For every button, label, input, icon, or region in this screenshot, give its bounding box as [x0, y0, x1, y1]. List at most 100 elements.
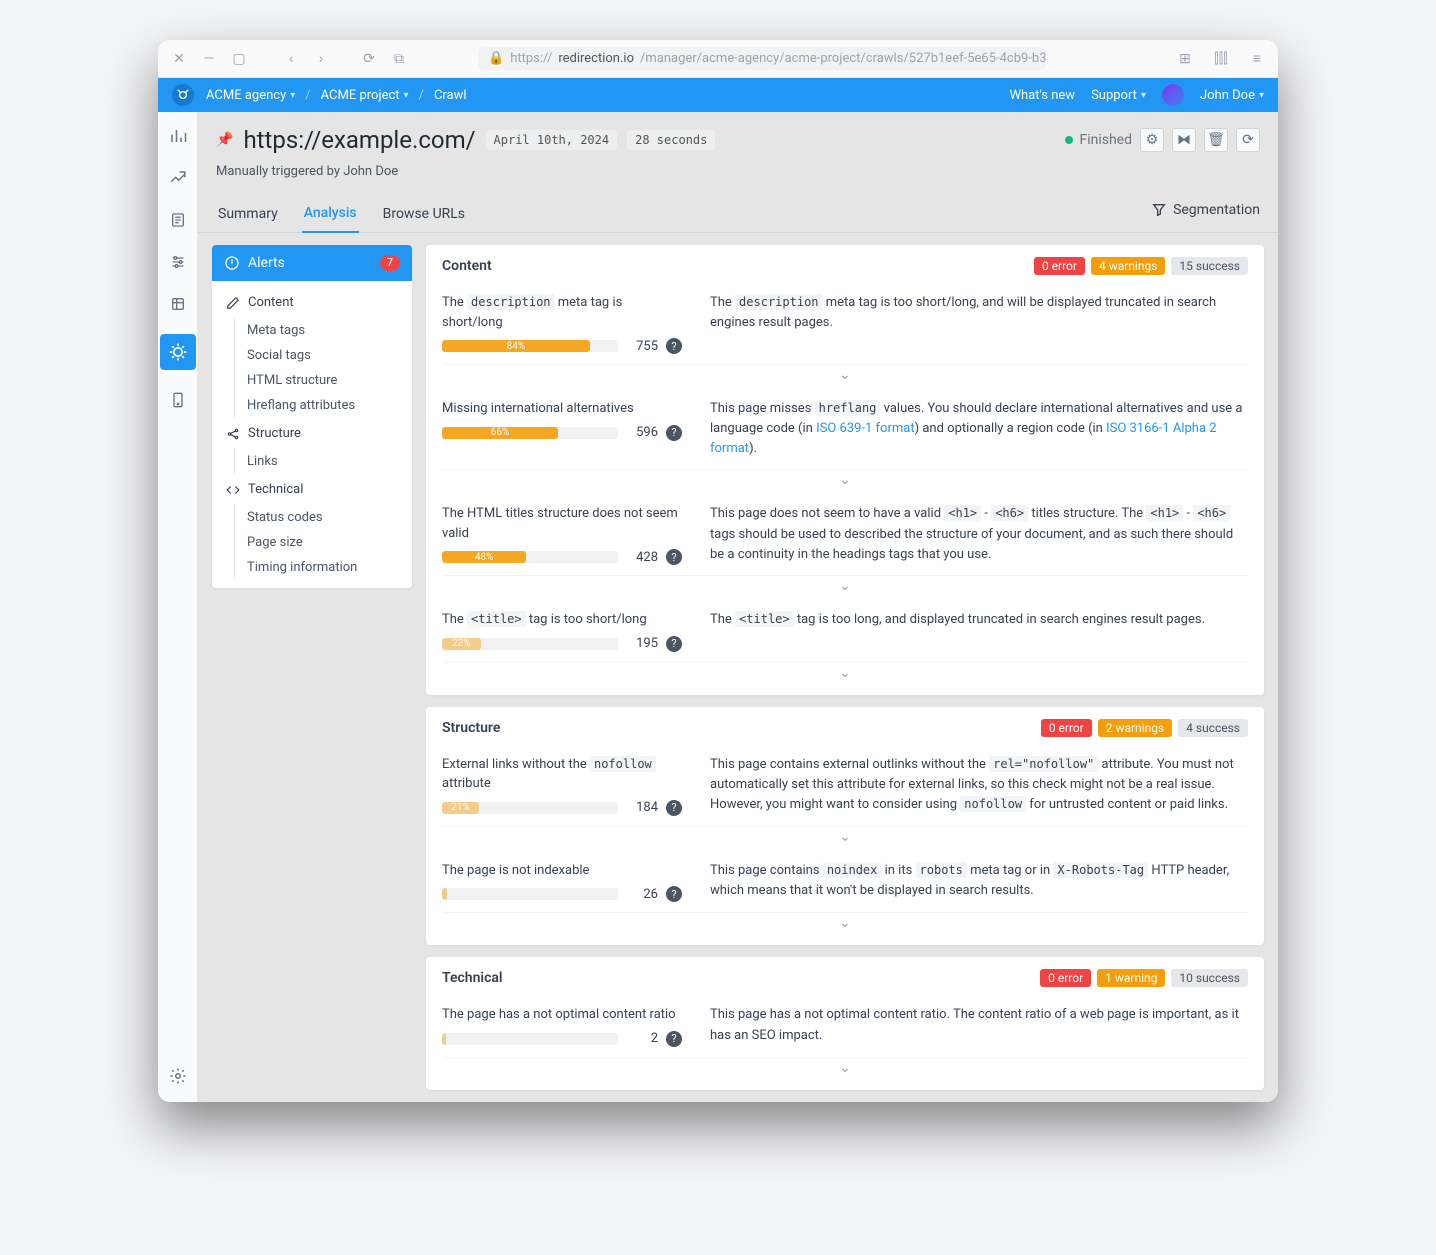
issue-row: The <title> tag is too short/long 22% 19… [442, 600, 1248, 662]
sidebar-item[interactable]: Links [235, 449, 412, 474]
support-menu[interactable]: Support▾ [1091, 88, 1146, 103]
help-icon[interactable]: ? [666, 549, 682, 565]
card-title: Structure [442, 720, 500, 736]
issue-description: This page contains external outlinks wit… [710, 755, 1248, 815]
sidebar-item[interactable]: Page size [235, 530, 412, 555]
rail-dashboard-icon[interactable] [166, 124, 190, 148]
progress-bar [442, 1033, 618, 1045]
apps-icon[interactable]: ⊞ [1174, 48, 1196, 70]
app-logo[interactable] [172, 84, 194, 106]
tab-browse-urls[interactable]: Browse URLs [381, 196, 467, 232]
rail-data-icon[interactable] [166, 292, 190, 316]
url-prefix: https:// [510, 51, 552, 66]
page-title: https://example.com/ [243, 126, 475, 154]
expand-toggle[interactable]: ⌄ [442, 575, 1248, 600]
user-menu[interactable]: John Doe▾ [1200, 88, 1264, 103]
issue-description: This page has a not optimal content rati… [710, 1005, 1248, 1045]
progress-bar: 84% [442, 340, 618, 352]
progress-bar: 22% [442, 638, 618, 650]
error-pill: 0 error [1041, 719, 1092, 737]
nav-back-button[interactable]: ‹ [280, 48, 302, 70]
issue-row: The page has a not optimal content ratio… [442, 995, 1248, 1057]
expand-toggle[interactable]: ⌄ [442, 1057, 1248, 1082]
progress-bar: 48% [442, 551, 618, 563]
issue-row: The description meta tag is short/long 8… [442, 283, 1248, 364]
sidebar-section-technical[interactable]: Technical [212, 478, 412, 501]
rail-crawl-icon[interactable] [160, 334, 196, 370]
tab-summary[interactable]: Summary [216, 196, 280, 232]
warning-pill: 2 warnings [1098, 719, 1172, 737]
url-domain: redirection.io [558, 51, 634, 66]
help-icon[interactable]: ? [666, 1031, 682, 1047]
warning-pill: 1 warning [1097, 969, 1165, 987]
sidebar-item[interactable]: Status codes [235, 505, 412, 530]
url-bar[interactable]: 🔒 https://redirection.io/manager/acme-ag… [478, 47, 1046, 70]
breadcrumb-project[interactable]: ACME project▾ [321, 88, 409, 103]
caret-down-icon: ▾ [1141, 90, 1146, 101]
rail-logs-icon[interactable] [166, 208, 190, 232]
success-pill: 4 success [1178, 719, 1248, 737]
expand-toggle[interactable]: ⌄ [442, 469, 1248, 494]
help-icon[interactable]: ? [666, 425, 682, 441]
progress-bar [442, 888, 618, 900]
whats-new-link[interactable]: What's new [1010, 88, 1076, 103]
help-icon[interactable]: ? [666, 338, 682, 354]
rail-rules-icon[interactable] [166, 166, 190, 190]
window-maximize-button[interactable]: ▢ [228, 48, 250, 70]
iso639-link[interactable]: ISO 639-1 format [816, 421, 915, 436]
expand-toggle[interactable]: ⌄ [442, 912, 1248, 937]
rail-filters-icon[interactable] [166, 250, 190, 274]
reader-mode-button[interactable]: ⧉ [388, 48, 410, 70]
card-title: Technical [442, 970, 503, 986]
rail-settings-icon[interactable] [166, 1064, 190, 1088]
issue-title: Missing international alternatives [442, 399, 682, 419]
sidebar-section-content[interactable]: Content [212, 291, 412, 314]
card-content: Content 0 error 4 warnings 15 success Th… [426, 245, 1264, 695]
rail-monitor-icon[interactable] [166, 388, 190, 412]
sidebar-section-structure[interactable]: Structure [212, 422, 412, 445]
expand-toggle[interactable]: ⌄ [442, 364, 1248, 389]
alert-icon [224, 255, 240, 271]
caret-down-icon: ▾ [404, 90, 409, 101]
issue-row: The page is not indexable 26 ? This page… [442, 851, 1248, 913]
breadcrumb-section[interactable]: Crawl [434, 88, 467, 103]
breadcrumb-org[interactable]: ACME agency▾ [206, 88, 295, 103]
card-title: Content [442, 258, 492, 274]
settings-button[interactable]: ⚙ [1140, 128, 1164, 152]
help-icon[interactable]: ? [666, 886, 682, 902]
expand-toggle[interactable]: ⌄ [442, 826, 1248, 851]
refresh-button[interactable]: ⟳ [1236, 128, 1260, 152]
help-icon[interactable]: ? [666, 636, 682, 652]
share-button[interactable]: ⧓ [1172, 128, 1196, 152]
status-badge: Finished [1065, 132, 1132, 148]
pencil-icon [226, 296, 240, 310]
reload-button[interactable]: ⟳ [358, 48, 380, 70]
issue-description: The description meta tag is too short/lo… [710, 293, 1248, 333]
issue-count: 2 [626, 1031, 658, 1046]
sidebar-alerts[interactable]: Alerts 7 [212, 245, 412, 281]
library-icon[interactable]: ⫿⫿⫿ [1210, 48, 1232, 70]
issue-description: This page contains noindex in its robots… [710, 861, 1248, 901]
pin-icon[interactable]: 📌 [216, 132, 233, 148]
delete-button[interactable]: 🗑 [1204, 128, 1228, 152]
sidebar-item[interactable]: Social tags [235, 343, 412, 368]
crawl-duration: 28 seconds [627, 130, 715, 150]
analysis-sidebar: Alerts 7 Content Meta tags Social tags H… [212, 245, 412, 588]
window-minimize-button[interactable]: — [198, 48, 220, 70]
help-icon[interactable]: ? [666, 800, 682, 816]
error-pill: 0 error [1034, 257, 1085, 275]
window-close-button[interactable]: ✕ [168, 48, 190, 70]
sidebar-item[interactable]: Hreflang attributes [235, 393, 412, 418]
tab-analysis[interactable]: Analysis [302, 195, 359, 233]
sidebar-item[interactable]: Timing information [235, 555, 412, 580]
nav-forward-button[interactable]: › [310, 48, 332, 70]
segmentation-button[interactable]: Segmentation [1151, 202, 1260, 226]
sidebar-item[interactable]: HTML structure [235, 368, 412, 393]
sidebar-item[interactable]: Meta tags [235, 318, 412, 343]
user-avatar[interactable] [1162, 84, 1184, 106]
issue-count: 195 [626, 636, 658, 651]
issue-row: Missing international alternatives 66% 5… [442, 389, 1248, 469]
menu-icon[interactable]: ≡ [1246, 48, 1268, 70]
caret-down-icon: ▾ [1259, 90, 1264, 101]
expand-toggle[interactable]: ⌄ [442, 662, 1248, 687]
